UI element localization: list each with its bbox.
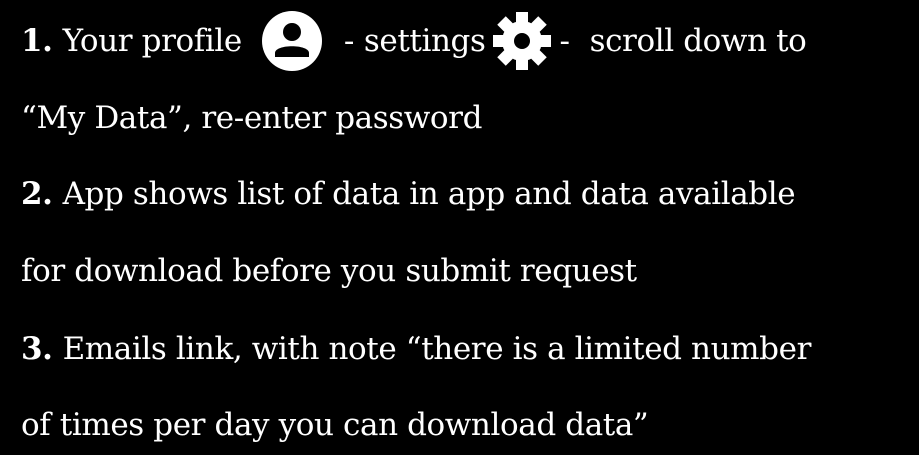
step-3-line: 3. Emails link, with note “there is a li… [21,319,811,379]
step-3-text: Emails link, with note “there is a limit… [62,331,812,367]
step-1-continuation-text: “My Data”, re-enter password [21,100,483,136]
step-1-line: 1. Your profile - settings - scroll down… [21,9,807,73]
gear-icon [490,9,554,73]
step-2-text: App shows list of data in app and data a… [62,176,796,212]
step-1-text-scroll: scroll down to [589,23,807,59]
step-2-continuation: for download before you submit request [21,241,637,301]
step-3-continuation: of times per day you can download data” [21,395,649,455]
instruction-slide: 1. Your profile - settings - scroll down… [0,0,919,447]
step-1-continuation: “My Data”, re-enter password [21,88,482,148]
step-1-text-profile: Your profile [62,23,243,59]
step-3-number: 3. [21,331,53,367]
step-1-separator-a: - [343,23,354,59]
profile-icon [260,9,324,73]
step-1-text-settings: settings [363,23,486,59]
step-2-continuation-text: for download before you submit request [21,253,637,289]
step-2-number: 2. [21,176,53,212]
step-2-line: 2. App shows list of data in app and dat… [21,164,796,224]
step-1-separator-b: - [559,23,570,59]
step-1-number: 1. [21,23,53,59]
step-3-continuation-text: of times per day you can download data” [21,407,649,443]
